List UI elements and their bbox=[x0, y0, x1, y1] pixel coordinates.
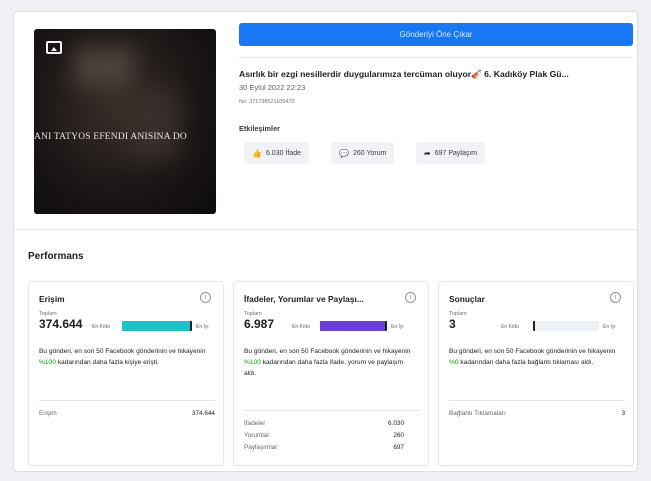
info-icon[interactable]: i bbox=[200, 292, 211, 303]
share-icon: ➦ bbox=[424, 148, 431, 158]
card-title: İfadeler, Yorumlar ve Paylaşı... bbox=[244, 294, 364, 304]
comments-chip-label: 260 Yorum bbox=[352, 149, 387, 157]
shares-chip-label: 697 Paylaşım bbox=[434, 149, 478, 157]
divider bbox=[449, 400, 625, 401]
shares-chip[interactable]: ➦ 697 Paylaşım bbox=[416, 142, 486, 164]
divider bbox=[239, 57, 633, 58]
performance-bar-marker bbox=[190, 321, 192, 331]
metric-label: İfadeler bbox=[244, 420, 266, 427]
desc-text: kadarından daha fazla bağlantı tıklaması… bbox=[458, 359, 594, 366]
post-insights-panel: ANI TATYOS EFENDI ANISINA DO Gönderiyi Ö… bbox=[13, 11, 638, 472]
desc-text: kadarından daha fazla kişiye erişti. bbox=[55, 359, 159, 366]
thumbs-up-icon: 👍 bbox=[252, 148, 262, 158]
performance-bar bbox=[533, 321, 599, 331]
card-description: Bu gönderi, en son 50 Facebook gönderini… bbox=[39, 346, 217, 368]
divider bbox=[39, 400, 215, 401]
metric-label: Yorumlar bbox=[244, 432, 270, 439]
worst-label: En Kötü bbox=[92, 324, 110, 330]
metric-row: İfadeler 6.030 bbox=[244, 420, 404, 427]
metric-row: Yorumlar 260 bbox=[244, 432, 404, 439]
boost-post-button[interactable]: Gönderiyi Öne Çıkar bbox=[239, 23, 633, 46]
performance-bar-fill bbox=[122, 321, 192, 331]
metric-value: 6.030 bbox=[388, 420, 404, 427]
desc-text: Bu gönderi, en son 50 Facebook gönderini… bbox=[39, 348, 206, 355]
metric-label: Erişim bbox=[39, 410, 57, 417]
section-divider bbox=[14, 229, 637, 230]
metric-value: 3 bbox=[621, 410, 625, 417]
performance-heading: Performans bbox=[28, 251, 84, 262]
metric-value: 697 bbox=[393, 444, 404, 451]
metric-row: Erişim 374.644 bbox=[39, 410, 215, 417]
thumbnail-blur-shape bbox=[74, 47, 134, 87]
card-title: Erişim bbox=[39, 294, 65, 304]
info-icon[interactable]: i bbox=[405, 292, 416, 303]
desc-percent: %100 bbox=[244, 359, 261, 366]
metric-label: Paylaşımlar bbox=[244, 444, 278, 451]
post-title: Asırlık bir ezgi nesillerdir duygularımı… bbox=[239, 69, 569, 79]
desc-text: Bu gönderi, en son 50 Facebook gönderini… bbox=[244, 348, 411, 355]
card-description: Bu gönderi, en son 50 Facebook gönderini… bbox=[449, 346, 619, 368]
thumbnail-overlay-text: ANI TATYOS EFENDI ANISINA DO bbox=[34, 132, 187, 142]
thumbnail-blur-shape bbox=[129, 89, 179, 159]
metric-row: Bağlantı Tıklamaları 3 bbox=[449, 410, 625, 417]
best-label: En İyi bbox=[391, 324, 404, 330]
worst-label: En Kötü bbox=[292, 324, 310, 330]
reach-card: Erişim i Toplam 374.644 En Kötü En İyi B… bbox=[28, 281, 224, 466]
engagement-label: Etkileşimler bbox=[239, 124, 280, 133]
comment-icon: 💬 bbox=[339, 148, 349, 158]
info-icon[interactable]: i bbox=[610, 292, 621, 303]
desc-percent: %100 bbox=[39, 359, 56, 366]
metric-row: Paylaşımlar 697 bbox=[244, 444, 404, 451]
comments-chip[interactable]: 💬 260 Yorum bbox=[331, 142, 395, 164]
performance-bar-marker bbox=[385, 321, 387, 331]
desc-text: Bu gönderi, en son 50 Facebook gönderini… bbox=[449, 348, 616, 355]
metric-value: 374.644 bbox=[191, 410, 215, 417]
post-thumbnail[interactable]: ANI TATYOS EFENDI ANISINA DO bbox=[34, 29, 216, 214]
reactions-chip-label: 6.030 İfade bbox=[265, 149, 301, 157]
engagement-card: İfadeler, Yorumlar ve Paylaşı... i Topla… bbox=[233, 281, 429, 466]
best-label: En İyi bbox=[603, 324, 616, 330]
desc-percent: %0 bbox=[449, 359, 459, 366]
total-value: 374.644 bbox=[39, 317, 83, 331]
post-date: 30 Eylül 2022 22:23 bbox=[239, 83, 306, 92]
card-title: Sonuçlar bbox=[449, 294, 485, 304]
performance-bar-marker bbox=[533, 321, 535, 331]
card-description: Bu gönderi, en son 50 Facebook gönderini… bbox=[244, 346, 412, 379]
gallery-icon bbox=[46, 41, 62, 54]
metric-label: Bağlantı Tıklamaları bbox=[449, 410, 506, 417]
total-value: 3 bbox=[449, 317, 456, 331]
performance-bar-fill bbox=[320, 321, 387, 331]
total-value: 6.987 bbox=[244, 317, 275, 331]
reactions-chip[interactable]: 👍 6.030 İfade bbox=[244, 142, 309, 164]
performance-bar bbox=[320, 321, 387, 331]
metric-value: 260 bbox=[393, 432, 404, 439]
results-card: Sonuçlar i Toplam 3 En Kötü En İyi Bu gö… bbox=[438, 281, 634, 466]
desc-text: kadarından daha fazla ifade, yorum ve pa… bbox=[244, 359, 404, 377]
worst-label: En Kötü bbox=[501, 324, 519, 330]
divider bbox=[244, 410, 420, 411]
post-id: No: 371798521105470 bbox=[239, 99, 295, 105]
best-label: En İyi bbox=[196, 324, 209, 330]
performance-bar bbox=[122, 321, 192, 331]
